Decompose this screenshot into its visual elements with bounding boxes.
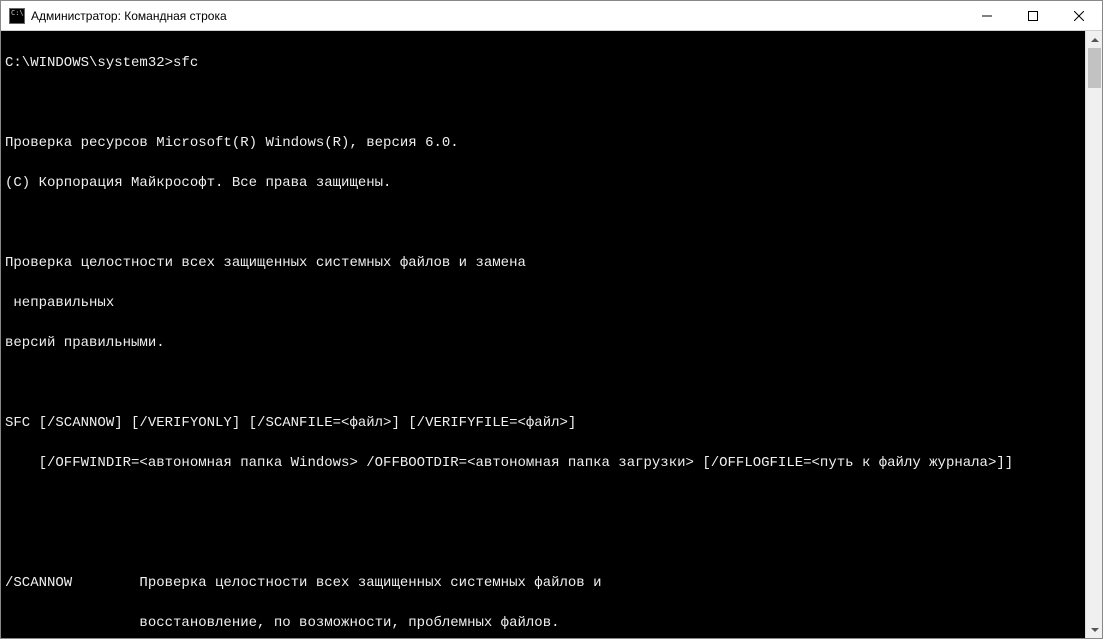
prompt-line: C:\WINDOWS\system32>sfc (5, 53, 1081, 73)
minimize-button[interactable] (964, 1, 1010, 30)
close-icon (1074, 11, 1084, 21)
syntax-line: [/OFFWINDIR=<автономная папка Windows> /… (5, 453, 1081, 473)
vertical-scrollbar[interactable] (1085, 31, 1102, 638)
scroll-down-button[interactable] (1086, 621, 1103, 638)
copyright-line: (C) Корпорация Майкрософт. Все права защ… (5, 173, 1081, 193)
console-output[interactable]: C:\WINDOWS\system32>sfc Проверка ресурсо… (1, 31, 1085, 638)
syntax-line: SFC [/SCANNOW] [/VERIFYONLY] [/SCANFILE=… (5, 413, 1081, 433)
blank-line (5, 93, 1081, 113)
option-scannow: /SCANNOW Проверка целостности всех защищ… (5, 573, 1081, 593)
chevron-down-icon (1091, 628, 1099, 632)
window-frame: Администратор: Командная строка C:\WINDO… (0, 0, 1103, 639)
scroll-up-button[interactable] (1086, 31, 1103, 48)
option-scannow: восстановление, по возможности, проблемн… (5, 613, 1081, 633)
minimize-icon (982, 11, 992, 21)
blank-line (5, 493, 1081, 513)
header-line: Проверка ресурсов Microsoft(R) Windows(R… (5, 133, 1081, 153)
blank-line (5, 373, 1081, 393)
close-button[interactable] (1056, 1, 1102, 30)
maximize-icon (1028, 11, 1038, 21)
description-line: неправильных (5, 293, 1081, 313)
scroll-thumb[interactable] (1088, 48, 1101, 88)
maximize-button[interactable] (1010, 1, 1056, 30)
window-title: Администратор: Командная строка (31, 9, 964, 23)
window-controls (964, 1, 1102, 30)
description-line: версий правильными. (5, 333, 1081, 353)
cmd-icon (9, 8, 25, 24)
blank-line (5, 213, 1081, 233)
description-line: Проверка целостности всех защищенных сис… (5, 253, 1081, 273)
blank-line (5, 533, 1081, 553)
client-area: C:\WINDOWS\system32>sfc Проверка ресурсо… (1, 31, 1102, 638)
titlebar[interactable]: Администратор: Командная строка (1, 1, 1102, 31)
chevron-up-icon (1091, 38, 1099, 42)
